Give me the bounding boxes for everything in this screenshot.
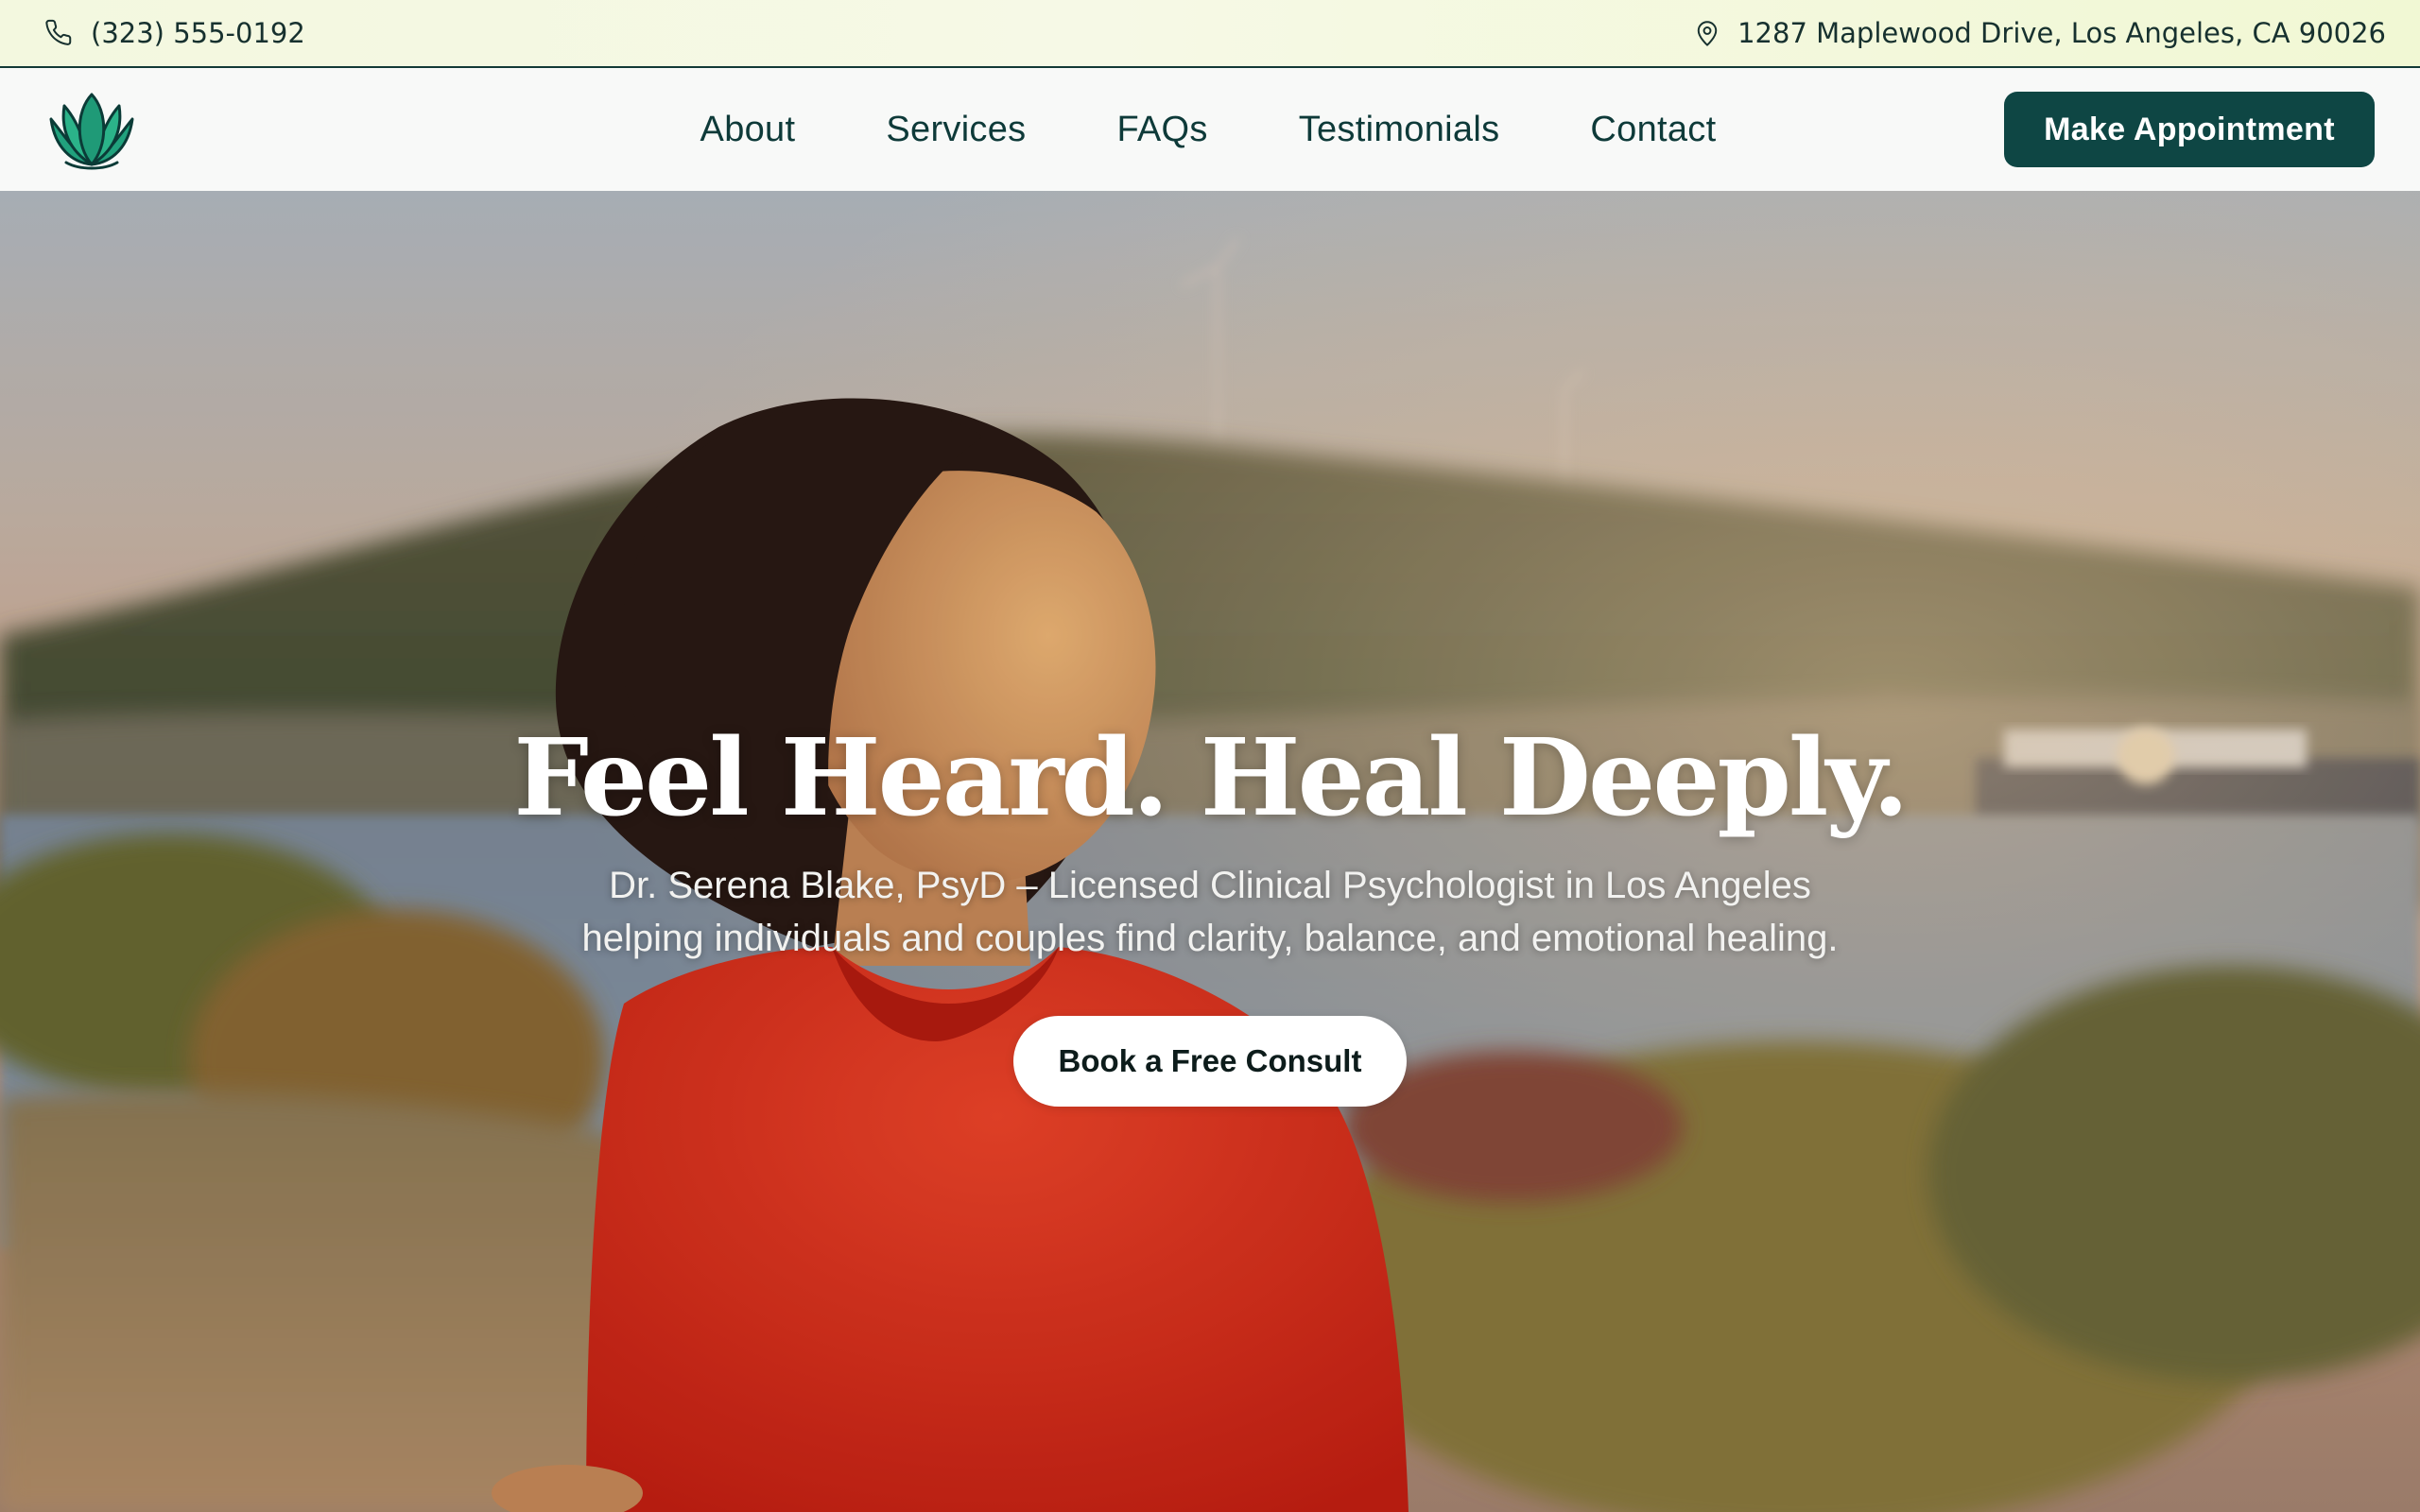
book-free-consult-button[interactable]: Book a Free Consult xyxy=(1013,1016,1407,1108)
phone-number[interactable]: (323) 555-0192 xyxy=(91,17,305,49)
top-info-bar: (323) 555-0192 1287 Maplewood Drive, Los… xyxy=(0,0,2420,68)
phone-contact[interactable]: (323) 555-0192 xyxy=(45,17,305,49)
hero-section: Feel Heard. Heal Deeply. Dr. Serena Blak… xyxy=(0,191,2420,1512)
hero-subtitle: Dr. Serena Blake, PsyD – Licensed Clinic… xyxy=(581,865,1839,960)
phone-icon xyxy=(45,19,74,47)
lotus-icon[interactable] xyxy=(47,91,136,170)
map-pin-icon xyxy=(1694,19,1720,47)
main-navbar: About Services FAQs Testimonials Contact… xyxy=(0,68,2420,191)
make-appointment-button[interactable]: Make Appointment xyxy=(2004,92,2375,167)
nav-link-about[interactable]: About xyxy=(700,110,796,150)
nav-link-contact[interactable]: Contact xyxy=(1590,110,1716,150)
nav-link-faqs[interactable]: FAQs xyxy=(1116,110,1207,150)
nav-link-testimonials[interactable]: Testimonials xyxy=(1299,110,1500,150)
address-contact: 1287 Maplewood Drive, Los Angeles, CA 90… xyxy=(1694,17,2386,49)
address-text: 1287 Maplewood Drive, Los Angeles, CA 90… xyxy=(1737,17,2386,49)
nav-link-services[interactable]: Services xyxy=(886,110,1026,150)
hero-content: Feel Heard. Heal Deeply. Dr. Serena Blak… xyxy=(0,716,2420,1108)
hero-title: Feel Heard. Heal Deeply. xyxy=(513,716,1909,840)
